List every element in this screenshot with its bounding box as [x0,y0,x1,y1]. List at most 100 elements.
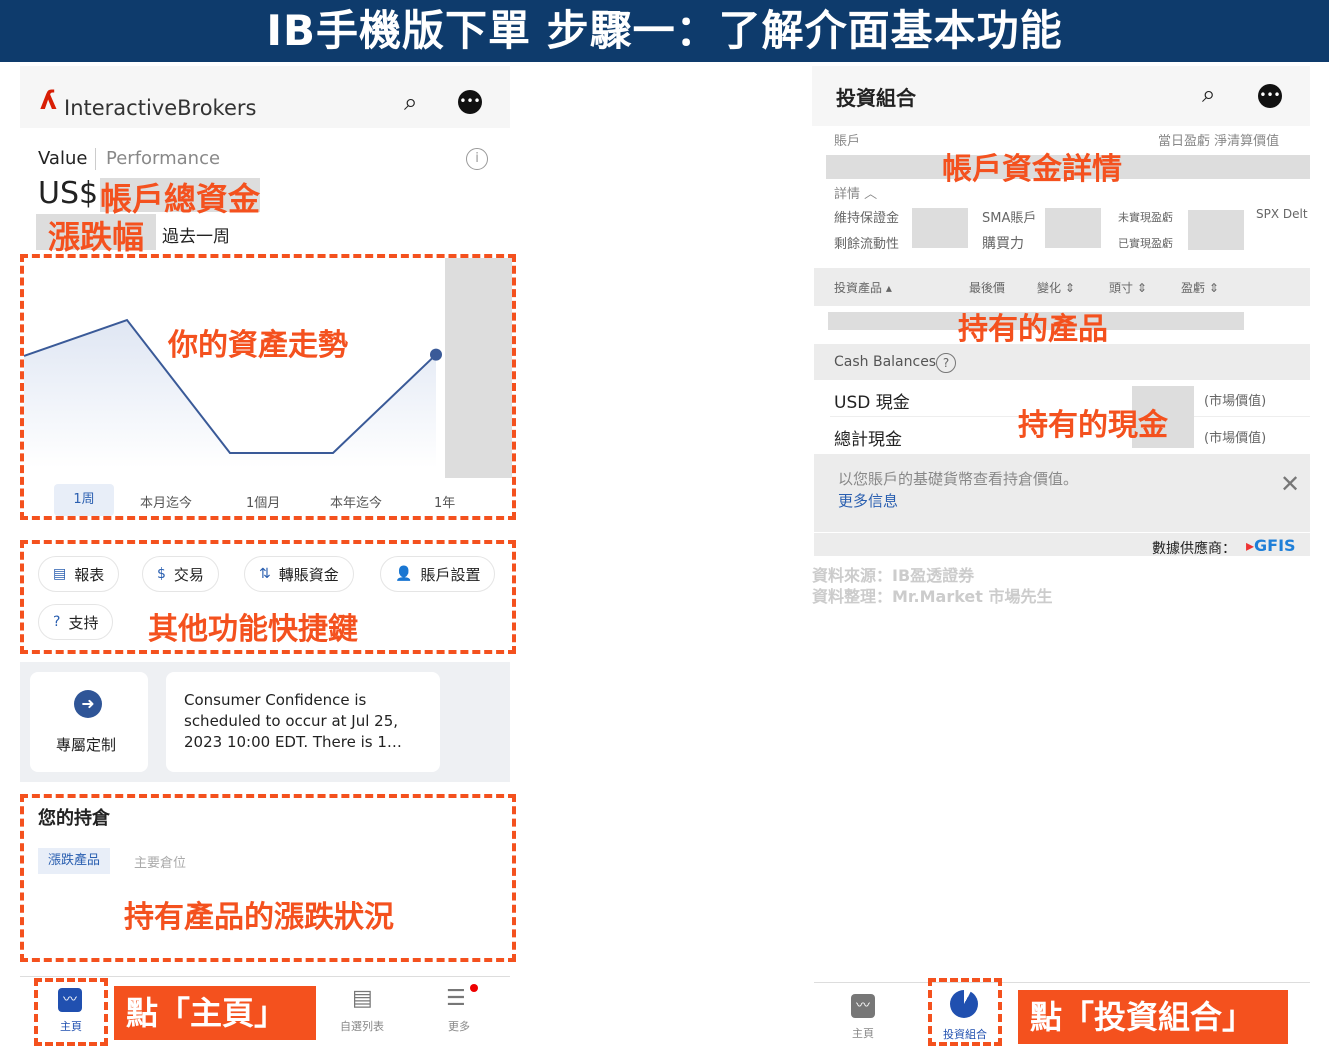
arrow-right-icon: ➜ [74,690,102,718]
report-icon: ▤ [53,566,67,582]
annotation-cash: 持有的現金 [1018,408,1168,443]
transfer-icon: ⇅ [259,566,271,582]
more-options-icon[interactable]: ••• [1258,84,1282,108]
custom-label: 專屬定制 [56,736,117,754]
currency-label: US$ [38,176,99,211]
daily-pl-header: 當日盈虧 淨清算價值 [1158,134,1280,149]
details-toggle[interactable]: 詳情 ︿ [834,183,877,202]
help-icon: ? [53,614,61,630]
metric-unrealized-pl: 未實現盈虧 [1118,211,1173,224]
gfis-logo: ▸GFIS [1246,536,1296,555]
shortcut-label: 報表 [74,565,105,584]
metric-sma: SMA賬戶 [982,211,1037,226]
annotation-shortcuts: 其他功能快捷鍵 [148,612,358,647]
help-icon[interactable]: ? [936,353,956,373]
callout-home: 點「主頁」 [114,986,316,1040]
chart-last-point [430,348,442,361]
shortcut-label: 賬戶設置 [420,565,481,584]
range-1y[interactable]: 1年 [434,492,455,511]
metric-maintenance-margin: 維持保證金 [834,211,900,226]
tab-performance[interactable]: Performance [106,148,220,169]
annotation-products: 持有的產品 [958,312,1108,347]
nav-home[interactable]: 〰 主頁 [838,992,888,1040]
info-icon[interactable]: i [466,148,488,170]
brand-logo: InteractiveBrokers [64,96,257,120]
nav-more[interactable]: ☰ 更多 [434,984,484,1034]
home-chart-icon: 〰 [851,994,875,1018]
tab-value[interactable]: Value [38,148,87,169]
range-mtd[interactable]: 本月迄今 [140,492,192,511]
shortcut-support[interactable]: ? 支持 [38,604,114,640]
ib-logo-icon: ʎ [40,86,57,116]
nav-label: 自選列表 [340,1020,384,1033]
cards-area: ➜ 專屬定制 Consumer Confidence is scheduled … [20,662,510,782]
close-icon[interactable]: ✕ [1280,470,1300,498]
nav-portfolio[interactable]: 投資組合 [934,990,996,1041]
search-icon[interactable]: ⌕ [1202,80,1215,108]
more-info-link[interactable]: 更多信息 [838,490,898,511]
market-value-label: (市場價值) [1204,394,1267,409]
annotation-trend: 你的資產走勢 [168,328,348,363]
period-label: 過去一周 [162,227,230,247]
col-label: 頭寸 [1109,281,1134,295]
col-product[interactable]: 投資產品 ▴ [834,279,892,296]
tab-top-positions[interactable]: 主要倉位 [134,852,186,871]
right-header: 投資組合 ⌕ ••• [812,66,1310,126]
home-chart-icon: 〰 [58,988,82,1012]
col-pl[interactable]: 盈虧 ⇕ [1181,279,1219,296]
more-options-icon[interactable]: ••• [458,90,482,114]
annotation-account: 帳戶資金詳情 [942,152,1122,187]
nav-label: 主頁 [60,1020,82,1033]
portfolio-title: 投資組合 [836,86,916,110]
metric-realized-pl: 已實現盈虧 [1118,237,1173,250]
watchlist-icon: ▤ [352,986,373,1011]
annotation-holdings: 持有產品的漲跌狀況 [124,900,394,935]
range-ytd[interactable]: 本年迄今 [330,492,382,511]
shortcut-account-settings[interactable]: 👤 賬戶設置 [380,556,496,592]
nav-label: 更多 [448,1020,470,1033]
chevron-up-icon: ︿ [864,187,878,202]
col-label: 投資產品 [834,281,883,295]
account-label: 賬戶 [834,134,861,149]
search-icon[interactable]: ⌕ [404,88,417,116]
col-position[interactable]: 頭寸 ⇕ [1109,279,1147,296]
holdings-title: 您的持倉 [38,808,110,829]
nav-label: 主頁 [852,1027,874,1040]
col-last[interactable]: 最後價 [969,279,1005,296]
menu-icon: ☰ [446,986,466,1011]
gfis-logo-text: GFIS [1254,536,1296,555]
news-card[interactable]: Consumer Confidence is scheduled to occu… [166,672,440,772]
cash-row-total: 總計現金 [834,430,902,450]
shortcut-label: 支持 [68,613,99,632]
banner-title: IB手機版下單 步驟一：了解介面基本功能 [0,0,1329,62]
shortcut-trade[interactable]: $ 交易 [142,556,219,592]
annotation-change: 漲跌幅 [48,218,145,256]
col-change[interactable]: 變化 ⇕ [1037,279,1075,296]
nav-home[interactable]: 〰 主頁 [46,986,96,1034]
col-label: 變化 [1037,281,1062,295]
shortcut-transfer[interactable]: ⇅ 轉賬資金 [244,556,354,592]
range-1m[interactable]: 1個月 [246,492,280,511]
tab-movers[interactable]: 漲跌產品 [38,848,111,874]
range-tabs: 1周 本月迄今 1個月 本年迄今 1年 [54,484,474,516]
nav-watchlist[interactable]: ▤ 自選列表 [330,986,394,1034]
custom-card[interactable]: ➜ 專屬定制 [30,672,148,772]
account-settings-icon: 👤 [395,566,413,582]
metric-spx-delta: SPX Delt [1256,207,1308,221]
range-1w[interactable]: 1周 [54,484,114,516]
cash-balances-title: Cash Balances [834,354,937,370]
provider-label: 數據供應商： [1152,541,1236,557]
nav-label: 投資組合 [943,1028,987,1041]
positions-header: 投資產品 ▴ 最後價 變化 ⇕ 頭寸 ⇕ 盈虧 ⇕ [814,268,1310,306]
metric-excess-liquidity: 剩餘流動性 [834,237,900,252]
cash-balances-header: Cash Balances ? [814,344,1310,380]
shortcut-label: 交易 [173,565,204,584]
notice-text: 以您賬戶的基礎貨幣查看持倉價值。 [838,470,1079,488]
callout-portfolio: 點「投資組合」 [1018,990,1288,1044]
shortcut-label: 轉賬資金 [278,565,339,584]
cash-row-usd: USD 現金 [834,393,910,413]
details-label: 詳情 [834,187,861,202]
author-credit: 資料整理：Mr.Market 市場先生 [812,587,1053,606]
shortcut-report[interactable]: ▤ 報表 [38,556,120,592]
market-value-label: (市場價值) [1204,431,1267,446]
